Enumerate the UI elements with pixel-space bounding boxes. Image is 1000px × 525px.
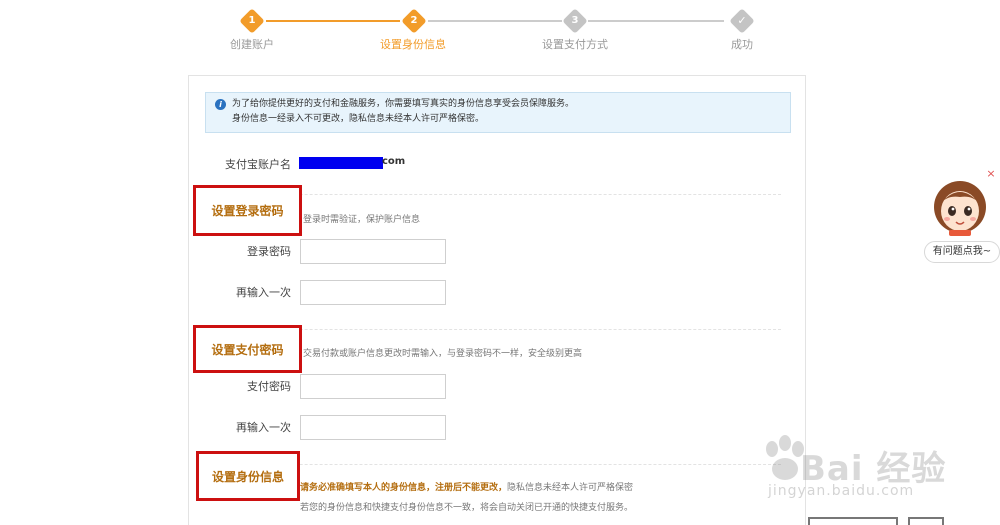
progress-steps: 1 2 3 ✓ 创建账户 设置身份信息 设置支付方式 成功 [0, 0, 1000, 60]
registration-form-panel: i 为了给你提供更好的支付和金融服务，你需要填写真实的身份信息享受会员保障服务。… [188, 75, 806, 525]
checkmark-icon: ✓ [737, 14, 747, 27]
pay-password-desc: 交易付款或账户信息更改时需输入，与登录密码不一样，安全级别更高 [303, 349, 583, 359]
login-password-confirm-input[interactable] [300, 280, 446, 305]
step-label-success: 成功 [731, 38, 753, 51]
notice-line-2: 身份信息一经录入不可更改，隐私信息未经本人许可严格保密。 [232, 114, 485, 124]
step-label-payment: 设置支付方式 [542, 38, 608, 51]
step-4-marker: ✓ [729, 8, 755, 34]
progress-line [588, 20, 724, 22]
identity-title-highlight: 设置身份信息 [196, 451, 300, 501]
bottom-partial-button[interactable] [808, 517, 898, 525]
identity-title: 设置身份信息 [211, 469, 284, 484]
ask-question-button[interactable]: 有问题点我~ [924, 241, 1000, 263]
login-password-confirm-label: 再输入一次 [236, 286, 291, 299]
pay-password-confirm-label: 再输入一次 [236, 421, 291, 434]
assistant-avatar [934, 181, 986, 236]
pay-password-label: 支付密码 [247, 380, 291, 393]
step-label-create-account: 创建账户 [230, 38, 274, 51]
notice-line-1: 为了给你提供更好的支付和金融服务，你需要填写真实的身份信息享受会员保障服务。 [232, 99, 575, 109]
pay-password-title: 设置支付密码 [211, 342, 284, 357]
identity-desc-warning: 请务必准确填写本人的身份信息，注册后不能更改，隐私信息未经本人许可严格保密 [300, 483, 634, 493]
info-icon: i [215, 99, 226, 110]
info-notice: i 为了给你提供更好的支付和金融服务，你需要填写真实的身份信息享受会员保障服务。… [205, 92, 791, 133]
account-name-suffix: com [382, 156, 406, 167]
pay-password-input[interactable] [300, 374, 446, 399]
identity-desc-note: 若您的身份信息和快捷支付身份信息不一致，将会自动关闭已开通的快捷支付服务。 [300, 503, 634, 513]
step-2-marker: 2 [401, 8, 427, 34]
pay-password-title-highlight: 设置支付密码 [193, 325, 302, 373]
login-password-label: 登录密码 [247, 245, 291, 258]
step-1-marker: 1 [239, 8, 265, 34]
login-password-input[interactable] [300, 239, 446, 264]
account-name-redacted [299, 157, 383, 169]
baidu-jingyan-watermark: Bai 经验 jingyan.baidu.com [760, 415, 1000, 525]
progress-line-done [266, 20, 400, 22]
login-password-desc: 登录时需验证，保护账户信息 [303, 215, 421, 225]
account-name-label: 支付宝账户名 [225, 158, 291, 171]
watermark-url: jingyan.baidu.com [768, 483, 915, 499]
login-password-title-highlight: 设置登录密码 [193, 185, 302, 236]
login-password-title: 设置登录密码 [211, 204, 284, 218]
help-widget[interactable]: × 有问题点我~ [924, 167, 1000, 267]
step-3-marker: 3 [562, 8, 588, 34]
step-label-identity: 设置身份信息 [380, 38, 446, 51]
bottom-partial-button[interactable] [908, 517, 944, 525]
progress-line [428, 20, 562, 22]
pay-password-confirm-input[interactable] [300, 415, 446, 440]
